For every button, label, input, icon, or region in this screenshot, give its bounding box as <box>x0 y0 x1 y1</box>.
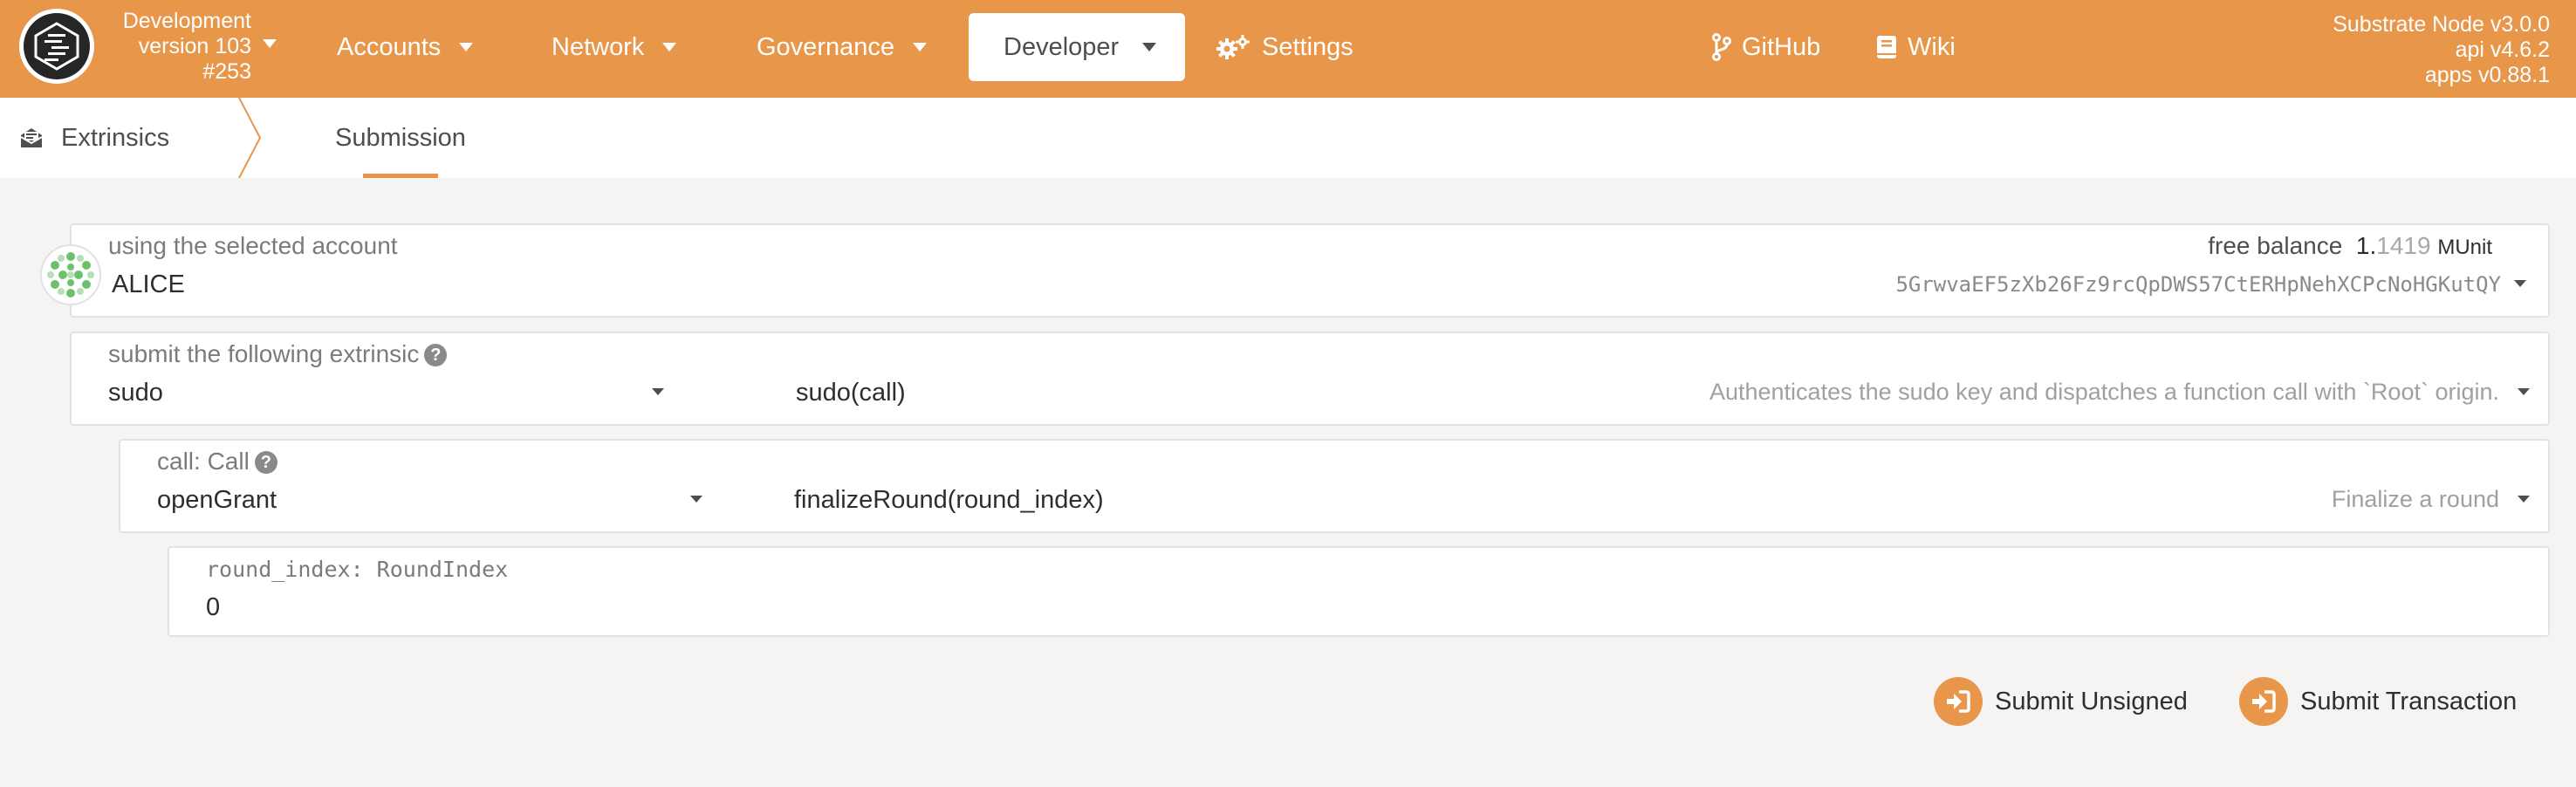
round-index-input[interactable]: round_index: RoundIndex 0 <box>168 546 2550 637</box>
gears-icon <box>1216 35 1250 59</box>
chain-selector[interactable]: Development version 103 #253 <box>103 9 251 85</box>
free-balance: free balance 1.1419 MUnit <box>2208 232 2492 260</box>
best-block: #253 <box>202 59 251 84</box>
nav-settings[interactable]: Settings <box>1216 0 1353 94</box>
active-tab-indicator <box>363 174 438 178</box>
substrate-logo[interactable] <box>19 9 94 84</box>
chevron-down-icon <box>459 43 474 51</box>
sign-in-icon <box>1934 677 1983 726</box>
account-selector[interactable]: using the selected account ALICE free ba… <box>70 223 2550 318</box>
chevron-down-icon <box>2518 496 2530 503</box>
chevron-down-icon <box>690 496 702 503</box>
chevron-down-icon <box>652 388 664 395</box>
account-name: ALICE <box>112 270 185 298</box>
call-module-dropdown[interactable]: openGrant <box>120 482 723 531</box>
call-description: Finalize a round <box>2331 486 2499 512</box>
chain-name: Development <box>122 9 251 33</box>
chevron-down-icon[interactable] <box>262 38 277 49</box>
call-module-value: openGrant <box>157 486 277 514</box>
submit-transaction-label: Submit Transaction <box>2300 687 2518 715</box>
nav-governance[interactable]: Governance <box>757 0 928 94</box>
chevron-down-icon <box>1142 43 1157 51</box>
subnav-extrinsics-label: Extrinsics <box>61 123 170 152</box>
chevron-down-icon <box>913 43 927 51</box>
nav-developer[interactable]: Developer <box>969 13 1185 81</box>
nav-accounts[interactable]: Accounts <box>337 0 474 94</box>
call-label-text: call: Call <box>157 448 250 475</box>
call-selector: call: Call? openGrant finalizeRound(roun… <box>119 439 2550 533</box>
book-icon <box>1877 36 1896 58</box>
extrinsic-label: submit the following extrinsic? <box>108 340 448 368</box>
nav-developer-label: Developer <box>1004 32 1120 61</box>
nav-github-link[interactable]: GitHub <box>1712 0 1820 94</box>
free-balance-label: free balance <box>2208 232 2343 259</box>
call-label: call: Call? <box>157 448 277 476</box>
round-index-label: round_index: RoundIndex <box>206 557 509 582</box>
chevron-down-icon <box>2518 388 2530 395</box>
balance-integer: 1. <box>2355 232 2377 259</box>
extrinsic-method-dropdown[interactable]: sudo(call) Authenticates the sudo key an… <box>735 375 2550 424</box>
extrinsic-method-value: sudo(call) <box>796 379 906 407</box>
code-branch-icon <box>1712 33 1731 61</box>
nav-governance-label: Governance <box>757 32 894 61</box>
submit-transaction-button[interactable]: Submit Transaction <box>2239 677 2517 726</box>
logo-mark-icon <box>34 22 79 71</box>
nav-network[interactable]: Network <box>552 0 677 94</box>
submit-unsigned-label: Submit Unsigned <box>1995 687 2188 715</box>
tab-submission[interactable]: Submission <box>335 98 466 178</box>
nav-network-label: Network <box>552 32 645 61</box>
envelope-open-icon <box>20 128 43 147</box>
nav-wiki-label: Wiki <box>1908 32 1956 61</box>
apps-version: apps v0.88.1 <box>2424 63 2550 87</box>
balance-unit: MUnit <box>2437 236 2492 259</box>
call-method-value: finalizeRound(round_index) <box>794 486 1104 514</box>
runtime-version: version 103 <box>138 34 251 58</box>
chevron-down-icon <box>662 43 677 51</box>
round-index-value: 0 <box>206 593 221 621</box>
extrinsic-label-text: submit the following extrinsic <box>108 340 420 367</box>
question-circle-icon[interactable]: ? <box>254 451 277 474</box>
nav-settings-label: Settings <box>1262 32 1353 61</box>
chevron-down-icon[interactable] <box>2513 279 2527 288</box>
api-version: api v4.6.2 <box>2455 38 2550 62</box>
sub-navigation-bar: Extrinsics Submission <box>0 98 2576 178</box>
extrinsic-module-value: sudo <box>108 379 163 407</box>
nav-accounts-label: Accounts <box>337 32 442 61</box>
subnav-extrinsics[interactable]: Extrinsics <box>19 98 169 178</box>
sign-in-icon <box>2239 677 2288 726</box>
account-address: 5GrwvaEF5zXb26Fz9rcQpDWS57CtERHpNehXCPcN… <box>1895 272 2501 297</box>
extrinsic-selector: submit the following extrinsic? sudo sud… <box>70 332 2550 426</box>
extrinsic-description: Authenticates the sudo key and dispatche… <box>1709 379 2499 405</box>
nav-github-label: GitHub <box>1742 32 1821 61</box>
extrinsic-module-dropdown[interactable]: sudo <box>72 375 682 424</box>
call-method-dropdown[interactable]: finalizeRound(round_index) Finalize a ro… <box>766 482 2550 531</box>
version-info: Substrate Node v3.0.0 api v4.6.2 apps v0… <box>2333 12 2550 88</box>
submit-unsigned-button[interactable]: Submit Unsigned <box>1934 677 2188 726</box>
account-label: using the selected account <box>108 232 398 259</box>
identicon-icon <box>47 252 94 298</box>
node-version: Substrate Node v3.0.0 <box>2333 12 2550 37</box>
account-identicon <box>40 244 101 305</box>
top-navigation-bar: Development version 103 #253 Accounts Ne… <box>0 0 2576 98</box>
balance-fraction: 1419 <box>2376 232 2431 259</box>
question-circle-icon[interactable]: ? <box>424 344 448 366</box>
nav-wiki-link[interactable]: Wiki <box>1876 0 1956 94</box>
breadcrumb-chevron <box>238 98 262 178</box>
tab-submission-label: Submission <box>335 123 466 152</box>
